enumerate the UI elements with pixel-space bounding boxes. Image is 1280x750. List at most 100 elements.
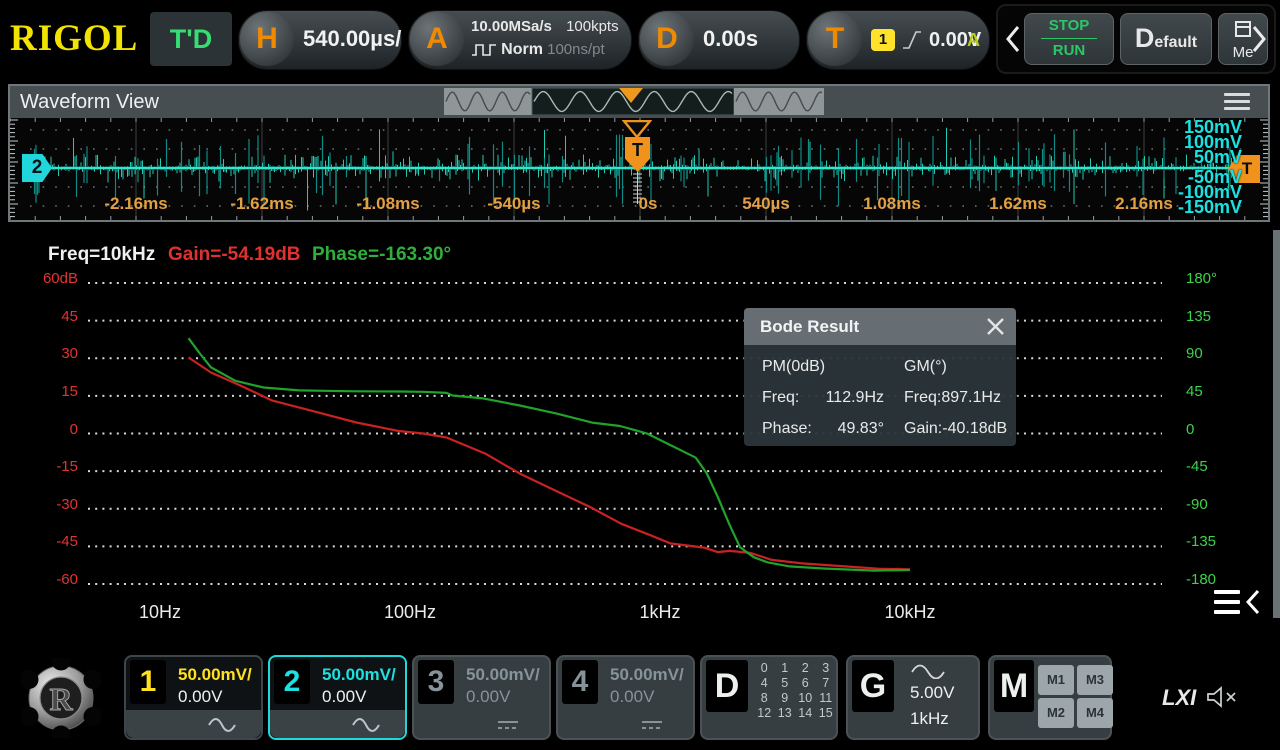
- freq-axis-tick: 100Hz: [384, 602, 436, 623]
- generator-panel[interactable]: G 5.00V 1kHz: [846, 655, 980, 740]
- pm-freq-value: 112.9Hz: [799, 389, 884, 407]
- bode-popup-title: Bode Result: [760, 308, 859, 345]
- chevron-right-icon[interactable]: [1250, 22, 1268, 61]
- waveform-strip[interactable]: -2.16ms-1.62ms-1.08ms-540µs0s540µs1.08ms…: [10, 118, 1268, 220]
- default-label-rest: efault: [1154, 34, 1197, 51]
- acquire-settings-button[interactable]: A 10.00MSa/s 100kpts Norm 100ns/pt: [408, 10, 632, 70]
- gm-freq-value: Freq:897.1Hz: [904, 389, 1001, 407]
- pulse-icon: [471, 41, 497, 61]
- horizontal-settings-button[interactable]: H 540.00µs/: [238, 10, 402, 70]
- rising-edge-icon: [901, 26, 923, 59]
- pm-phase-value: 49.83°: [799, 420, 884, 438]
- scroll-strip[interactable]: [1273, 230, 1280, 618]
- channel1-panel[interactable]: 1 50.00mV/ 0.00V: [124, 655, 263, 740]
- gain-axis-tick: -45: [14, 533, 78, 550]
- sample-rate-value: 10.00MSa/s: [471, 18, 552, 35]
- generator-voltage: 5.00V: [910, 683, 954, 703]
- digital-channels-panel[interactable]: D 0123456789101112131415: [700, 655, 838, 740]
- freq-axis-tick: 10kHz: [884, 602, 935, 623]
- phase-axis-tick: 135: [1186, 308, 1211, 325]
- svg-text:2.16ms: 2.16ms: [1115, 194, 1173, 213]
- horizontal-scale-value: 540.00µs/: [303, 11, 401, 67]
- rigol-logo: RIGOL: [10, 17, 138, 60]
- bode-popup-titlebar[interactable]: Bode Result: [744, 308, 1016, 345]
- gm-gain-value: Gain:-40.18dB: [904, 420, 1007, 438]
- lxi-status-block[interactable]: LXI: [1120, 651, 1272, 745]
- speaker-muted-icon: [1206, 685, 1240, 714]
- ac-coupling-icon: [352, 718, 382, 734]
- channel1-scale: 50.00mV/: [178, 665, 252, 685]
- math1-button[interactable]: M1: [1038, 665, 1074, 695]
- ac-coupling-icon: [208, 718, 238, 734]
- freq-axis-tick: 10Hz: [139, 602, 181, 623]
- waveform-menu-icon[interactable]: [1224, 86, 1250, 118]
- svg-text:R: R: [49, 681, 73, 717]
- math4-button[interactable]: M4: [1077, 698, 1113, 728]
- voltage-label: -150mV: [1178, 200, 1242, 214]
- phase-axis-tick: 90: [1186, 345, 1203, 362]
- default-label-initial: D: [1135, 23, 1155, 53]
- voltage-label: 50mV: [1194, 150, 1242, 164]
- rigol-gear-button[interactable]: R: [8, 653, 114, 743]
- bode-chart: [0, 226, 1280, 650]
- svg-text:-540µs: -540µs: [487, 194, 540, 213]
- dc-coupling-icon: [640, 718, 670, 734]
- gain-axis-tick: 45: [14, 308, 78, 325]
- phase-axis-tick: -90: [1186, 496, 1208, 513]
- phase-axis-tick: -135: [1186, 533, 1216, 550]
- digital-channel-number: 3: [816, 661, 837, 675]
- stop-run-button[interactable]: STOP RUN: [1024, 13, 1114, 65]
- chevron-left-icon[interactable]: [1004, 22, 1022, 61]
- delay-value: 0.00s: [703, 11, 758, 67]
- trigger-source-badge: 1: [871, 29, 895, 51]
- sine-icon: [910, 663, 946, 684]
- svg-text:1.62ms: 1.62ms: [989, 194, 1047, 213]
- math2-button[interactable]: M2: [1038, 698, 1074, 728]
- digital-channel-number: 11: [816, 691, 837, 705]
- channel2-offset: 0.00V: [322, 687, 366, 707]
- digital-channel-number: 6: [795, 676, 816, 690]
- channel3-badge: 3: [418, 660, 454, 704]
- channel3-panel[interactable]: 3 50.00mV/ 0.00V: [412, 655, 551, 740]
- math-badge: M: [994, 660, 1034, 712]
- channel2-scale: 50.00mV/: [322, 665, 396, 685]
- digital-channel-number: 8: [754, 691, 775, 705]
- channel1-offset: 0.00V: [178, 687, 222, 707]
- svg-text:540µs: 540µs: [742, 194, 790, 213]
- acquire-mode-value: Norm: [501, 41, 543, 58]
- math-panel[interactable]: M M1 M3 M2 M4: [988, 655, 1112, 740]
- bottom-bar: R 1 50.00mV/ 0.00V 2 50.00mV/ 0.00V 3 50…: [0, 650, 1280, 750]
- digital-channel-number: 14: [795, 706, 816, 720]
- phase-axis-tick: -45: [1186, 458, 1208, 475]
- stop-label: STOP: [1025, 14, 1113, 38]
- digital-channel-number: 4: [754, 676, 775, 690]
- channel4-panel[interactable]: 4 50.00mV/ 0.00V: [556, 655, 695, 740]
- digital-badge: D: [706, 660, 748, 712]
- digital-channel-number: 12: [754, 706, 775, 720]
- digital-channel-number: 0: [754, 661, 775, 675]
- lxi-label: LXI: [1162, 685, 1196, 711]
- phase-axis-tick: 180°: [1186, 270, 1217, 287]
- gain-axis-tick: 15: [14, 383, 78, 400]
- run-label: RUN: [1025, 39, 1113, 63]
- phase-axis-tick: -180: [1186, 571, 1216, 588]
- delay-settings-button[interactable]: D 0.00s: [638, 10, 800, 70]
- trigger-settings-button[interactable]: T 1 0.00V A: [806, 10, 990, 70]
- gain-axis-tick: 30: [14, 345, 78, 362]
- channel3-offset: 0.00V: [466, 687, 510, 707]
- svg-text:0s: 0s: [639, 194, 658, 213]
- digital-channel-grid: 0123456789101112131415: [754, 661, 836, 720]
- channel2-coupling-strip: [270, 710, 405, 738]
- digital-channel-number: 9: [775, 691, 796, 705]
- digital-channel-number: 1: [775, 661, 796, 675]
- close-icon[interactable]: [987, 318, 1004, 340]
- bode-menu-icon[interactable]: [1214, 589, 1262, 615]
- math3-button[interactable]: M3: [1077, 665, 1113, 695]
- gain-axis-tick: -60: [14, 571, 78, 588]
- waveform-minimap[interactable]: [444, 88, 824, 115]
- default-button[interactable]: Default: [1120, 13, 1212, 65]
- trigger-key-icon: T: [808, 12, 862, 66]
- channel2-panel[interactable]: 2 50.00mV/ 0.00V: [268, 655, 407, 740]
- svg-text:1.08ms: 1.08ms: [863, 194, 921, 213]
- channel3-scale: 50.00mV/: [466, 665, 540, 685]
